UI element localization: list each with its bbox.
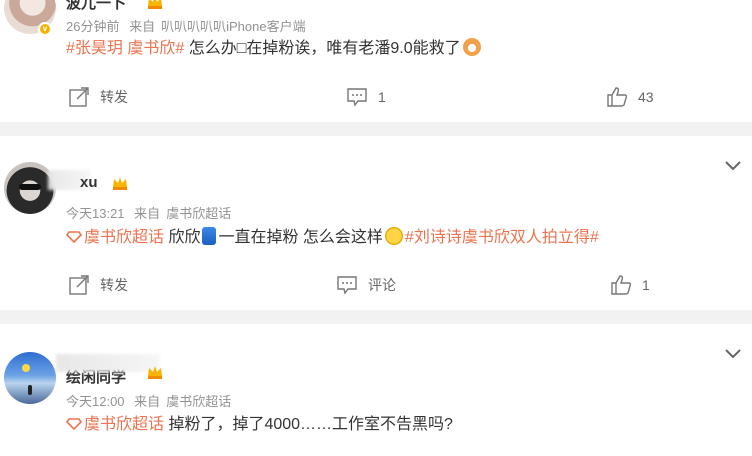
avatar[interactable] — [4, 352, 56, 404]
sweat-emoji-icon — [384, 227, 403, 245]
post-content: 虞书欣超话 掉粉了，掉了4000……工作室不告黑吗? — [66, 414, 453, 436]
like-count: 43 — [638, 89, 654, 105]
post-source[interactable]: 虞书欣超话 — [166, 206, 231, 221]
source-prefix: 来自 — [129, 19, 156, 34]
post-time[interactable]: 26分钟前 — [66, 19, 119, 34]
post-content: #张昊玥 虞书欣# 怎么办□在掉粉诶，唯有老潘9.0能救了 — [66, 38, 483, 60]
super-topic-icon — [66, 231, 82, 243]
comment-label: 评论 — [368, 277, 396, 293]
crown-icon — [113, 177, 127, 190]
post-card-3: 绘闲同学 今天12:00 来自 虞书欣超话 虞书欣超话 掉粉了，掉了4000……工… — [0, 324, 752, 456]
verified-badge-icon: v — [38, 22, 52, 36]
sun-graphic — [22, 364, 30, 372]
crown-icon — [148, 366, 162, 379]
like-icon — [611, 275, 632, 295]
like-icon — [607, 87, 628, 107]
post-text: 怎么办□在掉粉诶，唯有老潘9.0能救了 — [184, 40, 461, 57]
repost-label: 转发 — [100, 89, 128, 105]
redaction-blur — [56, 354, 160, 372]
action-bar: 转发 评论 1 — [0, 274, 752, 300]
comment-icon — [337, 276, 357, 295]
dog-emoji-icon — [462, 38, 481, 56]
super-topic-link[interactable]: 虞书欣超话 — [84, 416, 164, 433]
post-card-1: v 波兀一卜 26分钟前 来自 叭叭叭叭叭iPhone客户端 #张昊玥 虞书欣# … — [0, 0, 752, 122]
comment-button[interactable]: 1 — [346, 86, 386, 108]
post-text-a: 欣欣 — [164, 229, 201, 246]
post-text: 掉粉了，掉了4000……工作室不告黑吗? — [164, 416, 453, 433]
repost-label: 转发 — [100, 277, 128, 293]
repost-button[interactable]: 转发 — [68, 274, 128, 296]
chevron-down-icon[interactable] — [724, 348, 742, 360]
post-meta: 26分钟前 来自 叭叭叭叭叭iPhone客户端 — [66, 16, 312, 35]
source-prefix: 来自 — [134, 206, 161, 221]
like-button[interactable]: 1 — [610, 274, 650, 296]
super-topic-icon — [66, 418, 82, 430]
topic-tag[interactable]: #张昊玥 虞书欣# — [66, 40, 184, 57]
username[interactable]: xu — [80, 174, 98, 191]
like-count: 1 — [642, 277, 650, 293]
phone-emoji-icon — [202, 227, 217, 245]
comment-count: 1 — [378, 89, 386, 105]
crown-icon — [148, 0, 162, 9]
comment-icon — [347, 88, 367, 107]
post-card-2: xu 今天13:21 来自 虞书欣超话 虞书欣超话 欣欣 一直在掉粉 怎么会这样 #刘… — [0, 136, 752, 310]
sunglasses — [19, 184, 41, 190]
super-topic-link[interactable]: 虞书欣超话 — [84, 229, 164, 246]
post-meta: 今天12:00 来自 虞书欣超话 — [66, 391, 237, 410]
repost-icon — [69, 87, 89, 107]
post-time[interactable]: 今天13:21 — [66, 206, 125, 221]
post-source[interactable]: 虞书欣超话 — [166, 394, 231, 409]
figure-graphic — [28, 385, 32, 395]
post-source[interactable]: 叭叭叭叭叭iPhone客户端 — [161, 19, 305, 34]
source-prefix: 来自 — [134, 394, 161, 409]
like-button[interactable]: 43 — [606, 86, 654, 108]
topic-tag[interactable]: #刘诗诗虞书欣双人拍立得# — [405, 229, 599, 246]
repost-icon — [69, 275, 89, 295]
username[interactable]: 波兀一卜 — [66, 0, 126, 13]
comment-button[interactable]: 评论 — [336, 274, 396, 296]
post-time[interactable]: 今天12:00 — [66, 394, 125, 409]
repost-button[interactable]: 转发 — [68, 86, 128, 108]
post-meta: 今天13:21 来自 虞书欣超话 — [66, 203, 237, 222]
action-bar: 转发 1 43 — [0, 86, 752, 112]
chevron-down-icon[interactable] — [724, 160, 742, 172]
post-content: 虞书欣超话 欣欣 一直在掉粉 怎么会这样 #刘诗诗虞书欣双人拍立得# — [66, 227, 599, 249]
post-text-b: 一直在掉粉 怎么会这样 — [218, 229, 383, 246]
